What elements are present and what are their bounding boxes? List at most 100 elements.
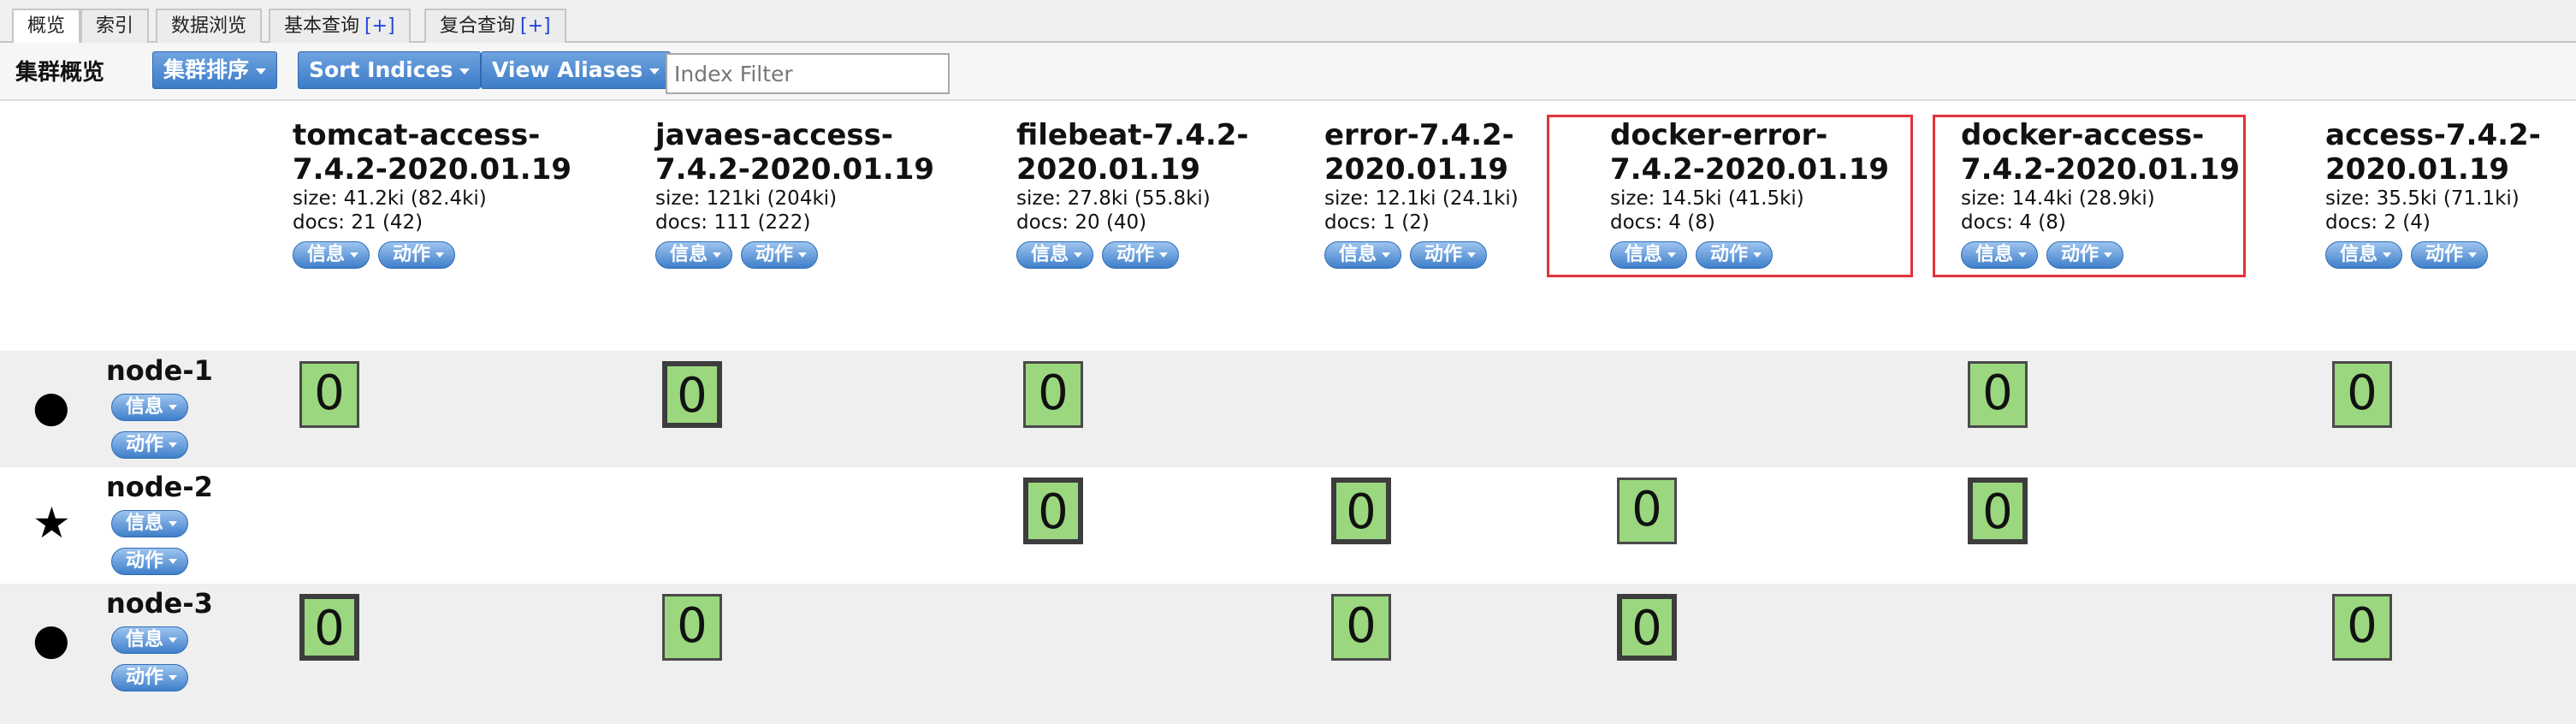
- tab-label: 概览: [27, 15, 66, 37]
- index-name: tomcat-access- 7.4.2-2020.01.19: [293, 118, 572, 187]
- button-label: 集群排序: [163, 57, 250, 82]
- tab-compound-query[interactable]: 复合查询 [+]: [424, 9, 566, 43]
- node-info-button[interactable]: 信息: [111, 510, 189, 537]
- tab-browser[interactable]: 数据浏览: [156, 9, 263, 43]
- shard-replica[interactable]: 0: [1331, 594, 1391, 661]
- caret-down-icon: [649, 68, 660, 74]
- tab-label: 复合查询: [440, 15, 516, 37]
- tab-indices[interactable]: 索引: [80, 9, 150, 43]
- caret-down-icon: [1667, 252, 1677, 258]
- index-action-button[interactable]: 动作: [1410, 241, 1488, 269]
- shard-replica[interactable]: 0: [662, 594, 722, 661]
- index-size: size: 12.1ki (24.1ki): [1324, 187, 1519, 210]
- shard-replica[interactable]: 0: [1968, 361, 2028, 428]
- index-docs: docs: 21 (42): [293, 211, 423, 234]
- node-row: ★ node-2 信息 动作 0 0 0 0: [0, 467, 2576, 584]
- index-docs: docs: 111 (222): [655, 211, 811, 234]
- shard-replica[interactable]: 0: [1023, 361, 1083, 428]
- caret-down-icon: [169, 638, 178, 643]
- index-name: docker-access- 7.4.2-2020.01.19: [1961, 118, 2241, 187]
- caret-down-icon: [1467, 252, 1477, 258]
- caret-down-icon: [350, 252, 359, 258]
- caret-down-icon: [1074, 252, 1083, 258]
- cluster-sort-button[interactable]: 集群排序: [152, 51, 278, 89]
- index-action-button[interactable]: 动作: [2411, 241, 2489, 269]
- sort-indices-button[interactable]: Sort Indices: [298, 51, 482, 89]
- caret-down-icon: [2468, 252, 2478, 258]
- shard-replica[interactable]: 0: [2332, 594, 2392, 661]
- index-info-button[interactable]: 信息: [1324, 241, 1402, 269]
- shard-primary[interactable]: 0: [1331, 478, 1391, 544]
- index-info-button[interactable]: 信息: [293, 241, 370, 269]
- index-action-button[interactable]: 动作: [2046, 241, 2124, 269]
- caret-down-icon: [169, 442, 178, 448]
- tab-label: 索引: [96, 15, 134, 37]
- shard-replica[interactable]: 0: [2332, 361, 2392, 428]
- shard-primary[interactable]: 0: [662, 361, 722, 428]
- shard-primary[interactable]: 0: [299, 594, 359, 661]
- caret-down-icon: [713, 252, 722, 258]
- index-info-button[interactable]: 信息: [1961, 241, 2039, 269]
- index-size: size: 27.8ki (55.8ki): [1016, 187, 1211, 210]
- node-action-button[interactable]: 动作: [111, 548, 189, 575]
- index-info-button[interactable]: 信息: [655, 241, 733, 269]
- caret-down-icon: [169, 405, 178, 410]
- node-row: ● node-3 信息 动作 0 0 0 0 0: [0, 584, 2576, 724]
- shard-primary[interactable]: 0: [1023, 478, 1083, 544]
- index-name: error-7.4.2- 2020.01.19: [1324, 118, 1514, 187]
- index-size: size: 121ki (204ki): [655, 187, 838, 210]
- node-action-button[interactable]: 动作: [111, 431, 189, 459]
- index-header: access-7.4.2- 2020.01.19 size: 35.5ki (71…: [2325, 118, 2573, 269]
- tab-plus[interactable]: [+]: [364, 15, 395, 37]
- circle-icon: ●: [33, 382, 70, 431]
- shard-replica[interactable]: 0: [299, 361, 359, 428]
- tab-overview[interactable]: 概览: [12, 9, 81, 45]
- toolbar: 集群概览 集群排序 Sort Indices View Aliases: [0, 43, 2576, 101]
- caret-down-icon: [1753, 252, 1762, 258]
- index-action-button[interactable]: 动作: [1696, 241, 1774, 269]
- index-info-button[interactable]: 信息: [1610, 241, 1688, 269]
- index-action-button[interactable]: 动作: [378, 241, 456, 269]
- circle-icon: ●: [33, 614, 70, 664]
- node-name: node-3: [106, 587, 213, 620]
- node-info-button[interactable]: 信息: [111, 626, 189, 654]
- index-name: docker-error- 7.4.2-2020.01.19: [1610, 118, 1890, 187]
- index-docs: docs: 4 (8): [1610, 211, 1715, 234]
- index-filter-input[interactable]: [666, 53, 950, 94]
- shard-primary[interactable]: 0: [1617, 594, 1677, 661]
- index-info-button[interactable]: 信息: [2325, 241, 2403, 269]
- node-action-button[interactable]: 动作: [111, 664, 189, 691]
- caret-down-icon: [169, 675, 178, 680]
- index-size: size: 41.2ki (82.4ki): [293, 187, 487, 210]
- page-title: 集群概览: [15, 60, 105, 86]
- node-info-button[interactable]: 信息: [111, 394, 189, 421]
- shard-primary[interactable]: 0: [1968, 478, 2028, 544]
- index-size: size: 14.5ki (41.5ki): [1610, 187, 1804, 210]
- index-docs: docs: 1 (2): [1324, 211, 1430, 234]
- index-info-button[interactable]: 信息: [1016, 241, 1094, 269]
- caret-down-icon: [2104, 252, 2113, 258]
- shard-replica[interactable]: 0: [1617, 478, 1677, 544]
- tab-bar: 概览 索引 数据浏览 基本查询 [+] 复合查询 [+]: [0, 0, 2576, 45]
- index-action-button[interactable]: 动作: [741, 241, 819, 269]
- index-name: javaes-access- 7.4.2-2020.01.19: [655, 118, 935, 187]
- node-name: node-1: [106, 354, 213, 387]
- caret-down-icon: [1159, 252, 1169, 258]
- index-header: docker-access- 7.4.2-2020.01.19 size: 14.…: [1961, 118, 2252, 269]
- index-action-button[interactable]: 动作: [1102, 241, 1180, 269]
- index-docs: docs: 20 (40): [1016, 211, 1147, 234]
- caret-down-icon: [798, 252, 808, 258]
- caret-down-icon: [169, 559, 178, 564]
- index-header: tomcat-access- 7.4.2-2020.01.19 size: 41.…: [293, 118, 583, 269]
- caret-down-icon: [459, 68, 471, 74]
- tab-plus[interactable]: [+]: [520, 15, 551, 37]
- caret-down-icon: [2383, 252, 2392, 258]
- button-label: View Aliases: [492, 57, 643, 82]
- index-header: docker-error- 7.4.2-2020.01.19 size: 14.5…: [1610, 118, 1901, 269]
- index-docs: docs: 4 (8): [1961, 211, 2066, 234]
- star-icon: ★: [33, 498, 71, 548]
- tab-basic-query[interactable]: 基本查询 [+]: [269, 9, 411, 43]
- view-aliases-button[interactable]: View Aliases: [481, 51, 672, 89]
- caret-down-icon: [169, 521, 178, 526]
- index-docs: docs: 2 (4): [2325, 211, 2431, 234]
